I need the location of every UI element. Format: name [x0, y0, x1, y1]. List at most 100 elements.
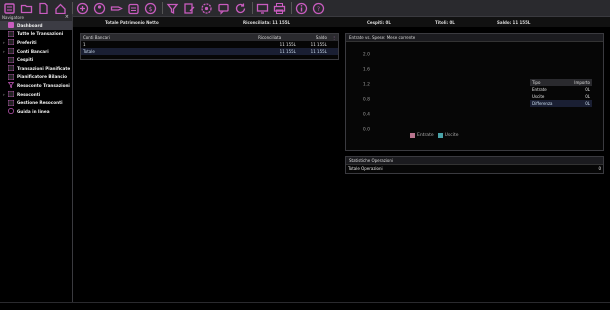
total-row[interactable]: Totale 11 155L 11 155L	[81, 48, 338, 55]
report-manage-icon	[8, 99, 14, 106]
table-row: Entrate 0L	[530, 86, 592, 93]
filter-icon	[166, 3, 179, 14]
chat-button[interactable]	[216, 1, 231, 16]
report-icon	[8, 91, 14, 98]
svg-text:?: ?	[317, 6, 320, 13]
monitor-button[interactable]	[255, 1, 270, 16]
total-balance: 11 155L	[310, 49, 327, 54]
help-icon: ?	[312, 2, 325, 14]
print-icon	[273, 2, 286, 14]
home-icon	[8, 22, 14, 29]
toolbar-separator	[252, 2, 253, 14]
sidebar-item-label: Guida in linea	[17, 108, 50, 114]
sidebar-item-tutte-le-transazioni[interactable]: Tutte le Transazioni	[0, 30, 72, 39]
scheduled-icon	[8, 65, 14, 72]
settings-button[interactable]	[199, 1, 214, 16]
sidebar-item-label: Cespiti	[17, 57, 34, 63]
calendar-button[interactable]	[126, 1, 141, 16]
sidebar-item-conti-bancari[interactable]: › Conti Bancari	[0, 47, 72, 56]
sidebar-item-label: Gestione Resoconti	[17, 100, 63, 106]
bank-icon	[8, 48, 14, 55]
chevron-right-icon[interactable]: ›	[3, 49, 5, 54]
col-amount: Importo	[574, 80, 590, 85]
money-button[interactable]: $	[143, 1, 158, 16]
refresh-button[interactable]	[233, 1, 248, 16]
ledger-icon	[4, 2, 15, 14]
table-row[interactable]: 1 11 155L 11 155L	[81, 41, 338, 48]
refresh-icon	[235, 3, 246, 13]
sidebar-item-gestione-resoconti[interactable]: Gestione Resoconti	[0, 98, 72, 107]
list-icon	[8, 30, 14, 37]
summary-type: Uscite	[532, 94, 545, 99]
sidebar-item-cespiti[interactable]: Cespiti	[0, 55, 72, 64]
edit-button[interactable]	[182, 1, 197, 16]
total-label: Totale	[83, 49, 95, 54]
help-icon	[8, 108, 14, 115]
table-row: Differenza 0L	[530, 100, 592, 107]
col-reconciled[interactable]: Riconciliata	[116, 34, 306, 41]
y-tick-label: 1.2	[363, 82, 370, 88]
y-tick-label: 1.6	[363, 67, 370, 73]
income-expense-panel: Entrate vs. Spese: Mese corrente 2.0 1.6 1…	[345, 33, 604, 151]
col-accounts[interactable]: Conti Bancari	[81, 34, 116, 41]
filter-button[interactable]	[165, 1, 180, 16]
chat-icon	[218, 3, 229, 15]
accounts-panel: Conti Bancari Riconciliata Saldo ⋮ 1 11 …	[80, 33, 339, 60]
close-icon[interactable]: ×	[65, 14, 69, 21]
user-button[interactable]	[92, 1, 107, 16]
status-footer	[0, 302, 610, 310]
sidebar-item-resoconto-transazioni[interactable]: Resoconto Transazioni	[0, 81, 72, 90]
info-button[interactable]	[294, 1, 309, 16]
accounts-table: Conti Bancari Riconciliata Saldo ⋮ 1 11 …	[81, 34, 338, 55]
add-icon	[76, 2, 89, 14]
sidebar-item-label: Tutte le Transazioni	[17, 31, 64, 37]
summary-table-wrap: Tipo Importo Entrate 0L Uscite 0L Differ…	[530, 79, 592, 107]
legend-uscite: Uscite	[444, 133, 459, 138]
toolbar-separator	[291, 2, 292, 14]
chevron-right-icon[interactable]: ›	[3, 92, 5, 97]
add-button[interactable]	[75, 1, 90, 16]
reconciled-status: Riconciliata: 11 155L	[243, 19, 291, 25]
net-worth-label: Totale Patrimonio Netto	[105, 19, 159, 25]
stat-label: Totale Operazioni	[348, 166, 383, 171]
stats-panel: Statistiche Operazioni Totale Operazioni…	[345, 156, 604, 174]
chevron-right-icon[interactable]: ›	[3, 40, 5, 45]
summary-amount: 0L	[585, 87, 590, 92]
stocks-status: Titoli: 0L	[435, 19, 455, 25]
col-balance[interactable]: Saldo	[306, 34, 329, 41]
stats-title: Statistiche Operazioni	[346, 157, 603, 165]
chart-legend: Entrate Uscite	[410, 133, 459, 138]
tag-button[interactable]	[109, 1, 124, 16]
table-row: Uscite 0L	[530, 93, 592, 100]
income-expense-chart: 2.0 1.6 1.2 0.8 0.4 0.0	[363, 52, 370, 133]
y-tick-label: 0.8	[363, 97, 370, 103]
navigator-list: Dashboard Tutte le Transazioni › Preferiti ›…	[0, 21, 72, 116]
settings-icon	[201, 2, 212, 14]
income-expense-title: Entrate vs. Spese: Mese corrente	[346, 34, 603, 42]
navigator-title: Navigatore	[2, 15, 24, 20]
sidebar-item-preferiti[interactable]: › Preferiti	[0, 38, 72, 47]
svg-text:$: $	[149, 6, 153, 13]
summary-type: Entrate	[532, 87, 547, 92]
summary-table: Tipo Importo Entrate 0L Uscite 0L Differ…	[530, 79, 592, 107]
sidebar-item-guida-in-linea[interactable]: Guida in linea	[0, 107, 72, 116]
user-icon	[93, 2, 106, 14]
sidebar-item-label: Transazioni Pianificate	[17, 65, 71, 71]
y-tick-label: 2.0	[363, 52, 370, 58]
navigator-header: Navigatore ×	[0, 14, 72, 21]
sidebar-item-pianificatore-bilancio[interactable]: Pianificatore Bilancio	[0, 73, 72, 82]
print-button[interactable]	[272, 1, 287, 16]
filter-icon	[8, 82, 14, 89]
y-tick-label: 0.0	[363, 127, 370, 133]
summary-type: Differenza	[532, 101, 553, 106]
info-icon	[295, 2, 308, 14]
assets-status: Cespiti: 0L	[367, 19, 391, 25]
help-button[interactable]: ?	[311, 1, 326, 16]
y-tick-label: 0.4	[363, 112, 370, 118]
account-balance: 11 155L	[310, 42, 327, 47]
sidebar-item-transazioni-pianificate[interactable]: Transazioni Pianificate	[0, 64, 72, 73]
column-menu-icon[interactable]: ⋮	[329, 34, 338, 41]
status-bar: Totale Patrimonio Netto Riconciliata: 11…	[0, 17, 610, 27]
sidebar-item-resoconti[interactable]: › Resoconti	[0, 90, 72, 99]
sidebar-item-dashboard[interactable]: Dashboard	[0, 21, 72, 30]
